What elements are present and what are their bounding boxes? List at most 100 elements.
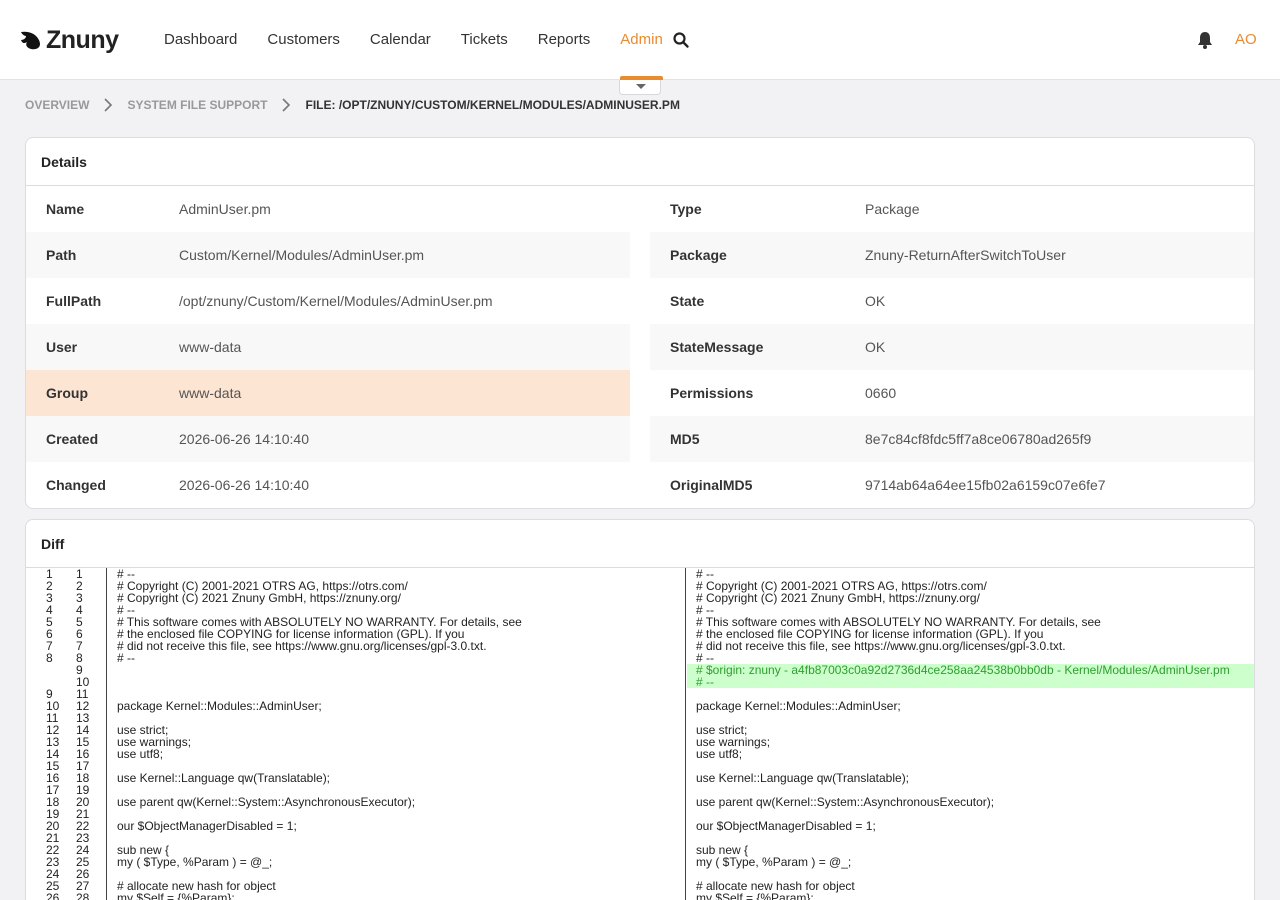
breadcrumb-current-file: FILE: /OPT/ZNUNY/CUSTOM/KERNEL/MODULES/A… — [305, 98, 680, 112]
diff-modified-line: my ( $Type, %Param ) = @_; — [696, 855, 852, 869]
nav-calendar[interactable]: Calendar — [355, 0, 446, 80]
detail-row-statemessage: StateMessage OK — [650, 324, 1254, 370]
diff-title: Diff — [26, 520, 1254, 568]
user-avatar[interactable]: AO — [1235, 31, 1257, 48]
diff-line-number-row: 23 25 — [26, 856, 106, 868]
diff-modified-line: our $ObjectManagerDisabled = 1; — [696, 819, 876, 833]
detail-row-fullpath: FullPath/opt/znuny/Custom/Kernel/Modules… — [26, 278, 630, 324]
diff-original-line: my $Self = {%Param}; — [117, 891, 235, 900]
diff-modified-line: package Kernel::Modules::AdminUser; — [696, 699, 901, 713]
diff-modified-line: use utf8; — [696, 747, 743, 761]
diff-line-number-row: 22 24 — [26, 844, 106, 856]
detail-key: Group — [46, 385, 88, 401]
detail-row-group: Group www-data — [26, 370, 630, 416]
search-icon[interactable] — [672, 31, 690, 49]
diff-original-line: # Copyright (C) 2021 Znuny GmbH, https:/… — [117, 591, 401, 605]
nav-dashboard[interactable]: Dashboard — [149, 0, 252, 80]
diff-line-number-row: 15 17 — [26, 760, 106, 772]
detail-value: 9714ab64a64ee15fb02a6159c07e6fe7 — [865, 477, 1106, 493]
diff-added-line: # -- — [687, 676, 1254, 688]
diff-original-line: use utf8; — [117, 747, 164, 761]
details-title: Details — [26, 138, 1254, 186]
detail-value: OK — [865, 339, 886, 355]
nav-admin[interactable]: Admin — [605, 0, 678, 80]
detail-key: StateMessage — [670, 339, 764, 355]
detail-row-type: Type Package — [650, 186, 1254, 232]
znuny-logo-icon — [21, 31, 40, 50]
diff-original-line: # did not receive this file, see https:/… — [117, 639, 487, 653]
diff-original-line: our $ObjectManagerDisabled = 1; — [117, 819, 297, 833]
top-bar: Znuny Dashboard Customers Calendar Ticke… — [0, 0, 1280, 80]
detail-key: MD5 — [670, 431, 700, 447]
detail-row-changed: Changed 2026-06-26 14:10:40 — [26, 462, 630, 508]
diff-line-number-row: 11 13 — [26, 712, 106, 724]
detail-key: Name — [46, 201, 85, 217]
details-right-column: Type Package Package Znuny-ReturnAfterSwit… — [650, 186, 1254, 508]
breadcrumb-overview[interactable]: OVERVIEW — [25, 98, 89, 112]
diff-card: Diff 1 1 2 2 3 3 4 4 5 5 6 6 7 7 8 8 9 10 9 11 10 12 11 13 12 14 1… — [25, 519, 1255, 900]
diff-modified-line: use warnings; — [696, 735, 771, 749]
diff-original-line — [117, 676, 685, 688]
diff-modified-line: use parent qw(Kernel::System::Asynchrono… — [696, 795, 995, 809]
diff-modified-line: # did not receive this file, see https:/… — [696, 639, 1066, 653]
detail-value: Znuny-ReturnAfterSwitchToUser — [865, 247, 1066, 263]
detail-row-state: State OK — [650, 278, 1254, 324]
detail-key: Created — [46, 431, 99, 447]
diff-line-number-row: 10 — [26, 676, 106, 688]
detail-row-package: Package Znuny-ReturnAfterSwitchToUser — [650, 232, 1254, 278]
diff-original-line — [117, 664, 685, 676]
detail-key: State — [670, 293, 705, 309]
chevron-down-icon — [636, 84, 646, 89]
diff-line-number-row: 20 22 — [26, 820, 106, 832]
diff-line-number-row: 14 16 — [26, 748, 106, 760]
diff-line-number-row: 10 12 — [26, 700, 106, 712]
diff-line-number-row: 77 — [26, 640, 106, 652]
diff-modified-line: use strict; — [696, 723, 748, 737]
detail-value: 0660 — [865, 385, 897, 401]
detail-row-md5: MD5 8e7c84cf8fdc5ff7a8ce06780ad265f9 — [650, 416, 1254, 462]
detail-key: Type — [670, 201, 702, 217]
diff-line-numbers: 1 1 2 2 3 3 4 4 5 5 6 6 7 7 8 8 9 10 9 11 10 12 11 13 12 14 13 15 14… — [26, 568, 107, 900]
diff-line-number-row: 26 28 — [26, 892, 106, 900]
modified-line-number: 28 — [76, 891, 90, 900]
bell-icon[interactable] — [1196, 30, 1214, 50]
detail-row-name: Name AdminUser.pm — [26, 186, 630, 232]
diff-original-pane: # -- # Copyright (C) 2001-2021 OTRS AG, h… — [108, 568, 686, 900]
detail-key: Package — [670, 247, 727, 263]
detail-value: AdminUser.pm — [179, 201, 271, 217]
detail-value: Package — [865, 201, 920, 217]
diff-line-number-row: 33 — [26, 592, 106, 604]
diff-modified-line — [696, 832, 1254, 844]
diff-line-number-row: 18 20 — [26, 796, 106, 808]
diff-original-line: my ( $Type, %Param ) = @_; — [117, 855, 273, 869]
diff-line-number-row: 19 21 — [26, 808, 106, 820]
diff-line-number-row: 9 11 — [26, 688, 106, 700]
nav-reports[interactable]: Reports — [523, 0, 606, 80]
diff-original-line — [117, 712, 685, 724]
diff-original-line: use warnings; — [117, 735, 192, 749]
diff-modified-line: # Copyright (C) 2021 Znuny GmbH, https:/… — [696, 591, 980, 605]
logo-text: Znuny — [46, 25, 119, 54]
detail-value: 2026-06-26 14:10:40 — [179, 431, 309, 447]
detail-key: User — [46, 339, 78, 355]
toolbar-toggle[interactable] — [619, 80, 661, 95]
detail-key: Permissions — [670, 385, 754, 401]
breadcrumb-system-file-support[interactable]: SYSTEM FILE SUPPORT — [127, 98, 267, 112]
detail-value: /opt/znuny/Custom/Kernel/Modules/AdminUs… — [179, 293, 493, 309]
diff-original-line: use strict; — [117, 723, 169, 737]
nav-tickets[interactable]: Tickets — [446, 0, 523, 80]
diff-line-number-row: 11 — [26, 568, 106, 580]
diff-line-number-row: 9 — [26, 664, 106, 676]
diff-line-number-row: 66 — [26, 628, 106, 640]
diff-line-number-row: 44 — [26, 604, 106, 616]
detail-key: Path — [46, 247, 77, 263]
detail-row-created: Created 2026-06-26 14:10:40 — [26, 416, 630, 462]
diff-modified-line — [696, 712, 1254, 724]
diff-line-number-row: 24 26 — [26, 868, 106, 880]
detail-key: OriginalMD5 — [670, 477, 753, 493]
nav-customers[interactable]: Customers — [252, 0, 355, 80]
detail-row-permissions: Permissions 0660 — [650, 370, 1254, 416]
details-grid: Name AdminUser.pm Path Custom/Kernel/Modul… — [26, 186, 1254, 508]
znuny-logo[interactable]: Znuny — [19, 26, 119, 54]
detail-row-user: User www-data — [26, 324, 630, 370]
